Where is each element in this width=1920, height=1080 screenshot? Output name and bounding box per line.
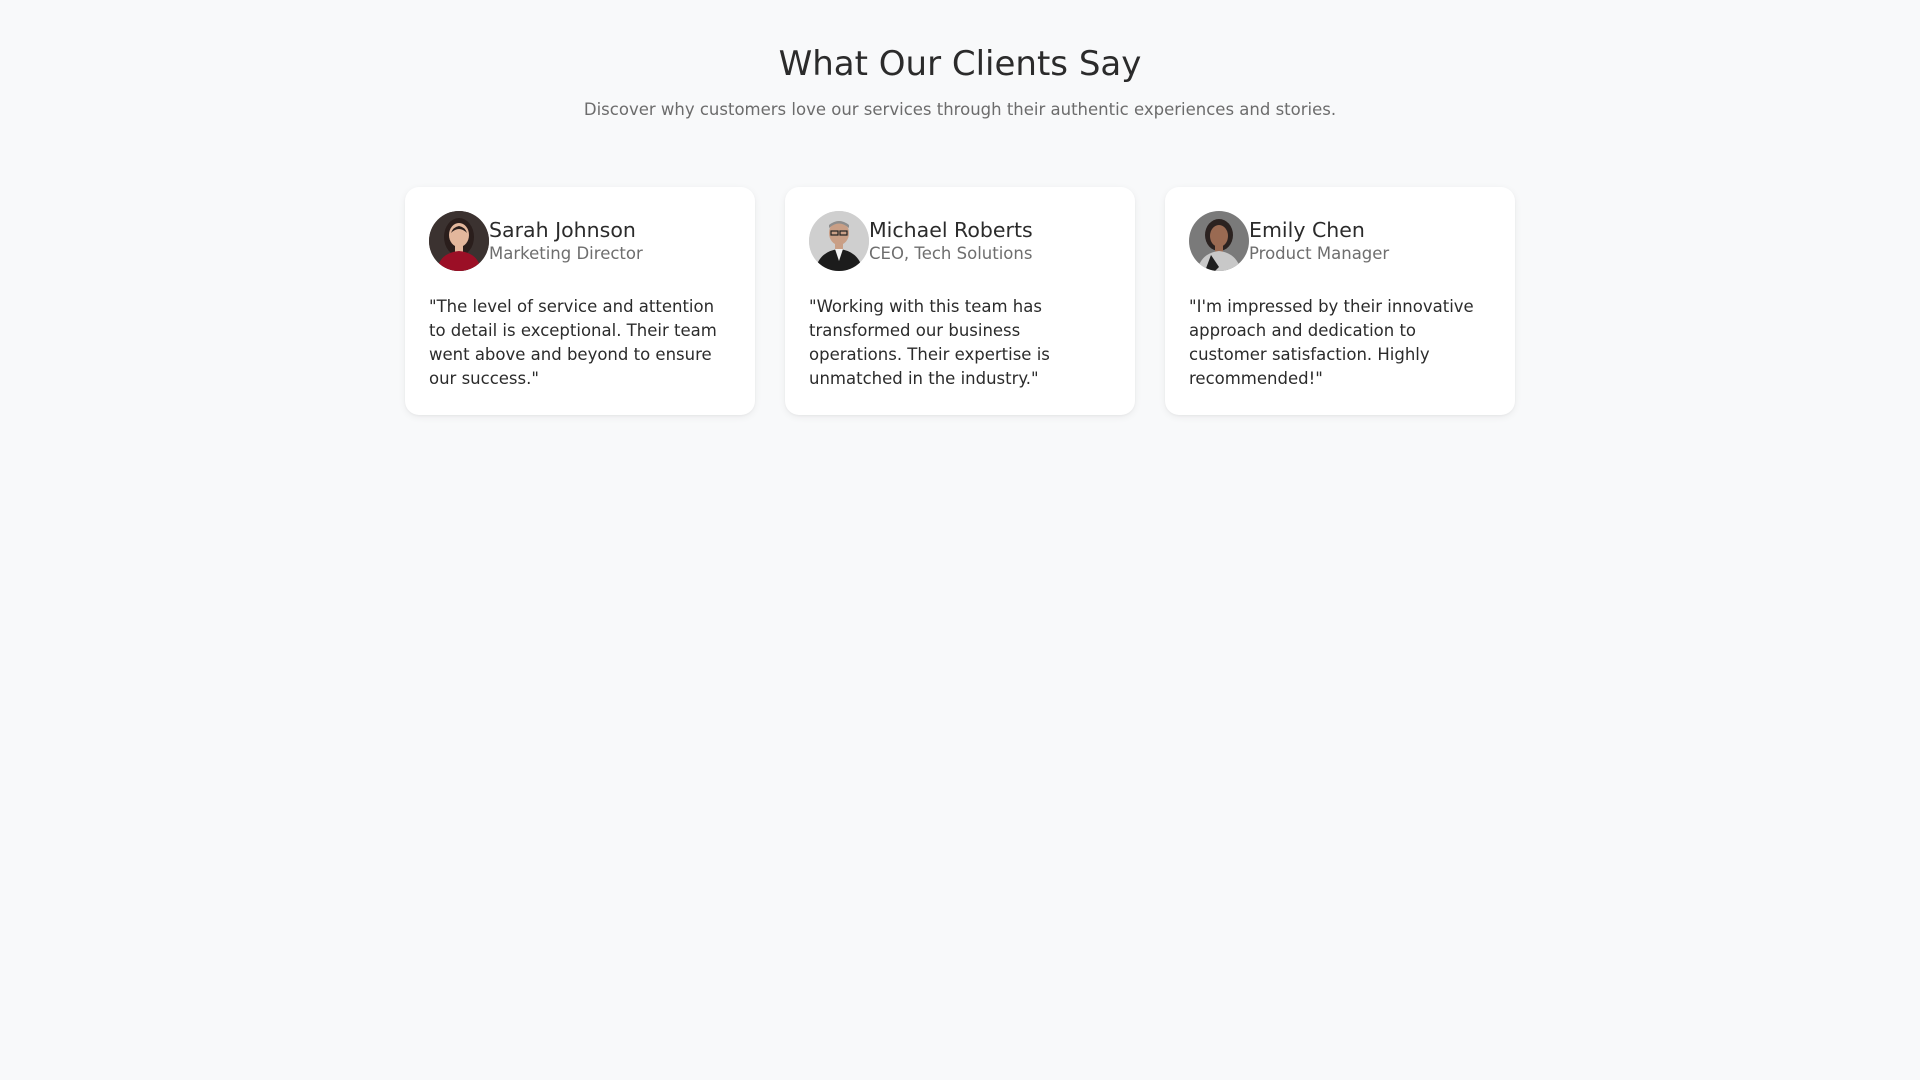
person-name: Emily Chen — [1249, 218, 1365, 242]
testimonial-card: Emily Chen Product Manager "I'm impresse… — [1165, 187, 1515, 415]
avatar — [809, 211, 869, 271]
avatar — [429, 211, 489, 271]
testimonial-quote: "The level of service and attention to d… — [429, 297, 717, 388]
testimonial-header: Michael Roberts CEO, Tech Solutions — [809, 211, 1111, 271]
section-subtitle: Discover why customers love our services… — [583, 100, 1337, 119]
testimonial-header: Sarah Johnson Marketing Director — [429, 211, 731, 271]
person-role: Marketing Director — [489, 244, 643, 263]
testimonial-header: Emily Chen Product Manager — [1189, 211, 1491, 271]
person-role: CEO, Tech Solutions — [869, 244, 1033, 263]
testimonial-quote: "I'm impressed by their innovative appro… — [1189, 297, 1474, 388]
testimonial-card: Michael Roberts CEO, Tech Solutions "Wor… — [785, 187, 1135, 415]
avatar — [1189, 211, 1249, 271]
person-name: Sarah Johnson — [489, 218, 636, 242]
testimonial-cards: Sarah Johnson Marketing Director "The le… — [405, 187, 1515, 415]
testimonial-quote: "Working with this team has transformed … — [809, 297, 1050, 388]
person-name: Michael Roberts — [869, 218, 1033, 242]
section-title: What Our Clients Say — [778, 44, 1142, 84]
testimonials-section: What Our Clients Say Discover why custom… — [0, 0, 1920, 1080]
person-info: Michael Roberts CEO, Tech Solutions — [869, 217, 1033, 265]
person-info: Sarah Johnson Marketing Director — [489, 217, 643, 265]
testimonial-card: Sarah Johnson Marketing Director "The le… — [405, 187, 755, 415]
person-info: Emily Chen Product Manager — [1249, 217, 1389, 265]
person-role: Product Manager — [1249, 244, 1390, 263]
